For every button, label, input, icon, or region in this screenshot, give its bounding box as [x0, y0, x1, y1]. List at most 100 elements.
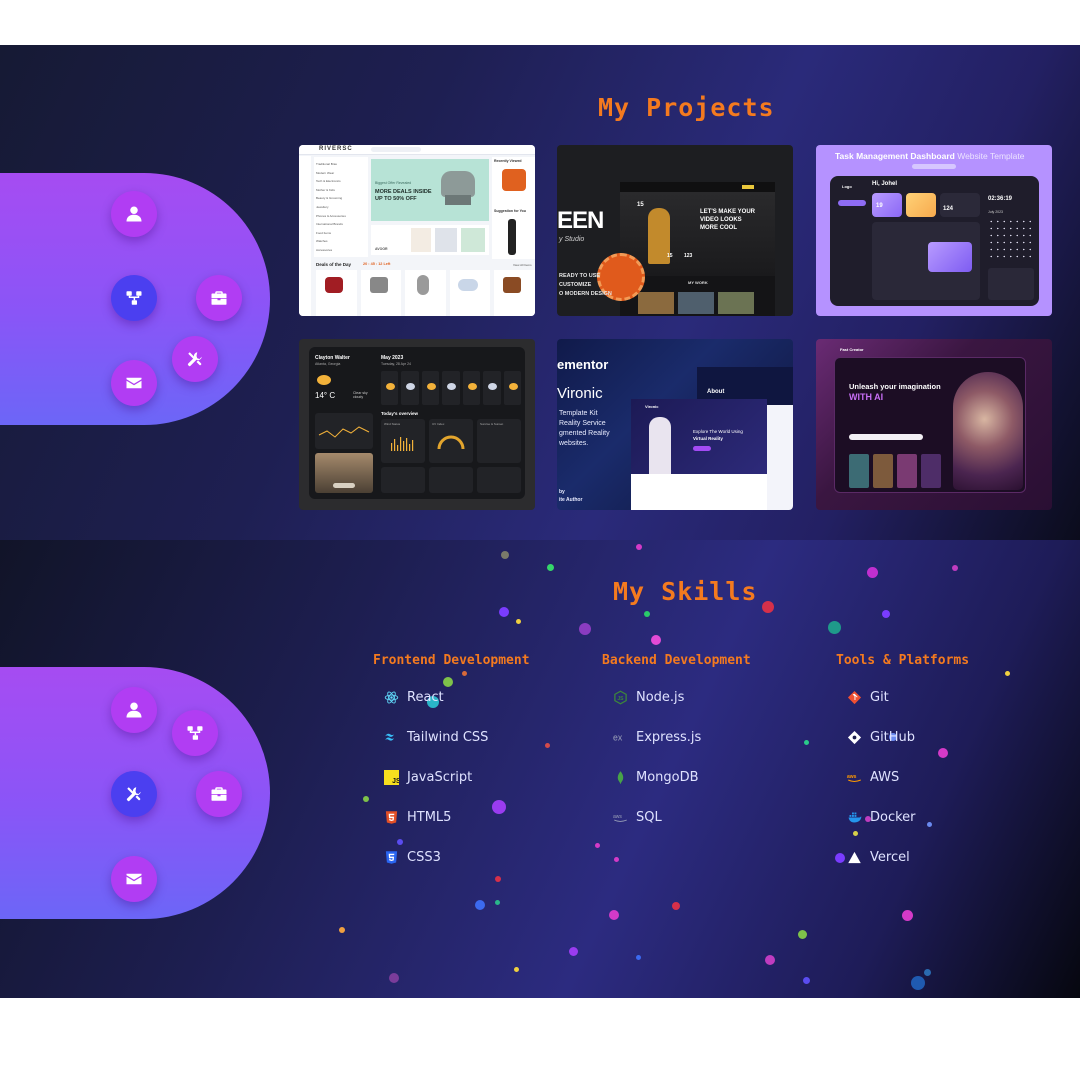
store-banner[interactable]: Biggest Offer Revealed MORE DEALS INSIDE…: [371, 159, 489, 221]
particle-dot: [579, 623, 591, 635]
nav-skills-button[interactable]: [111, 771, 157, 817]
particle-dot: [546, 563, 554, 571]
vr-white-strip: [763, 405, 793, 510]
project-card-ai-generator[interactable]: Fast Creator Unleash your imagination WI…: [816, 339, 1052, 510]
particle-dot: [911, 976, 925, 990]
store-menu-item[interactable]: International Brands: [316, 220, 366, 229]
deal-products: [316, 270, 535, 316]
particle-dot: [594, 842, 600, 848]
particle-dot: [635, 954, 641, 960]
nav-skills-button[interactable]: [172, 336, 218, 382]
skill-item: CSS3: [384, 850, 441, 865]
weather-mini-3: [477, 467, 521, 493]
task-card-orange: [906, 193, 936, 217]
svg-text:aws: aws: [613, 814, 622, 820]
nav-about-button[interactable]: [111, 687, 157, 733]
svg-text:aws: aws: [847, 774, 857, 780]
video-nav-cta[interactable]: [742, 185, 754, 189]
nav-experience-button[interactable]: [196, 275, 242, 321]
store-menu-item[interactable]: Phones & Accessories: [316, 212, 366, 221]
store-menu-item[interactable]: Watches: [316, 237, 366, 246]
skills-section: My Skills Frontend Development React Tailw…: [0, 540, 1080, 998]
nav-contact-button[interactable]: [111, 360, 157, 406]
skill-item: aws AWS: [847, 770, 899, 785]
particle-dot: [443, 677, 453, 687]
nav-about-button[interactable]: [111, 191, 157, 237]
promo-label: AVOOR: [375, 247, 388, 251]
view-more-link[interactable]: View All Items: [513, 263, 532, 267]
project-card-weather[interactable]: Clayton Walter Atlanta, Georgia May 2023…: [299, 339, 535, 510]
skill-item: React: [384, 690, 444, 705]
store-menu-item[interactable]: Traditional Bras: [316, 160, 366, 169]
task-stat-a: 19: [876, 203, 883, 209]
skill-item: HTML5: [384, 810, 451, 825]
forecast-weather-icon: [508, 383, 518, 390]
skill-label: Git: [870, 690, 889, 705]
nav-projects-button[interactable]: [111, 275, 157, 321]
weather-location: Atlanta, Georgia: [315, 362, 341, 366]
store-menu-item[interactable]: Accessories: [316, 246, 366, 255]
project-card-video-studio[interactable]: 15 LET'S MAKE YOUR VIDEO LOOKS MORE COOL…: [557, 145, 793, 316]
project-card-task-dashboard[interactable]: Task Management Dashboard Website Templa…: [816, 145, 1052, 316]
video-headline-3: MORE COOL: [700, 225, 737, 231]
store-menu-item[interactable]: Modern Wear: [316, 169, 366, 178]
ai-prompt-input[interactable]: [849, 434, 923, 440]
handbag-image: [502, 169, 526, 191]
vr-brand-left: ementor: [557, 357, 609, 372]
deal-item[interactable]: [316, 270, 357, 316]
particle-dot: [389, 973, 399, 983]
forecast-day: [401, 371, 419, 405]
store-search-input[interactable]: [371, 147, 421, 152]
particle-dot: [397, 839, 403, 845]
tools-icon: [126, 787, 141, 802]
svg-text:JS: JS: [392, 778, 399, 785]
particle-dot: [475, 900, 485, 910]
project-card-ecommerce[interactable]: RIVERSC Traditional Bras Modern Wear Tech …: [299, 145, 535, 316]
particle-dot: [339, 927, 345, 933]
video-left-line3: O MODERN DESIGN: [559, 291, 612, 297]
task-nav-active[interactable]: [838, 200, 866, 206]
nav-contact-button[interactable]: [111, 856, 157, 902]
forecast-weather-icon: [386, 383, 395, 390]
css3-icon: [384, 850, 399, 865]
particle-dot: [613, 856, 619, 862]
particle-dot: [827, 620, 841, 634]
deal-item[interactable]: [449, 270, 491, 316]
weather-city-button[interactable]: [333, 483, 355, 488]
skill-label: MongoDB: [636, 770, 699, 785]
deals-timer: 20 : 45 : 12 Left: [363, 262, 391, 266]
store-menu-item[interactable]: Tech & Electronics: [316, 177, 366, 186]
project-card-vr-template[interactable]: ementor Vironic Template Kit Reality Ser…: [557, 339, 793, 510]
deal-item[interactable]: [494, 270, 535, 316]
project-network-icon: [187, 726, 203, 740]
task-card-purple: 19: [872, 193, 902, 217]
forecast-day: [462, 371, 481, 405]
store-menu-item[interactable]: Jewellery: [316, 203, 366, 212]
skill-item: Tailwind CSS: [384, 730, 488, 745]
vr-cta-button[interactable]: [693, 446, 711, 451]
particle-dot: [609, 910, 619, 920]
banner-line2: UP TO 50% OFF: [375, 196, 417, 202]
vr-line3: gmented Reality: [559, 430, 610, 437]
task-caption-light: Website Template: [957, 151, 1025, 161]
store-menu-item[interactable]: Mother & Kids: [316, 186, 366, 195]
nav-projects-button[interactable]: [172, 710, 218, 756]
video-big-word: EEN: [557, 207, 604, 234]
skill-item: ex Express.js: [613, 730, 701, 745]
particle-dot: [515, 618, 521, 624]
briefcase-icon: [211, 291, 227, 305]
particle-dot: [926, 821, 932, 827]
store-menu-item[interactable]: Food Items: [316, 229, 366, 238]
store-menu-item[interactable]: Beauty & Grooming: [316, 194, 366, 203]
deal-item[interactable]: [360, 270, 402, 316]
particle-dot: [501, 551, 509, 559]
nav-experience-button[interactable]: [196, 771, 242, 817]
skill-column-heading: Frontend Development: [373, 653, 530, 668]
skill-label: Vercel: [870, 850, 910, 865]
task-image: [928, 242, 972, 272]
skill-item: Vercel: [847, 850, 910, 865]
side-nav: [0, 667, 270, 919]
deal-item[interactable]: [405, 270, 446, 316]
mongodb-icon: [613, 770, 628, 785]
video-stat-1b: 15: [667, 253, 673, 259]
